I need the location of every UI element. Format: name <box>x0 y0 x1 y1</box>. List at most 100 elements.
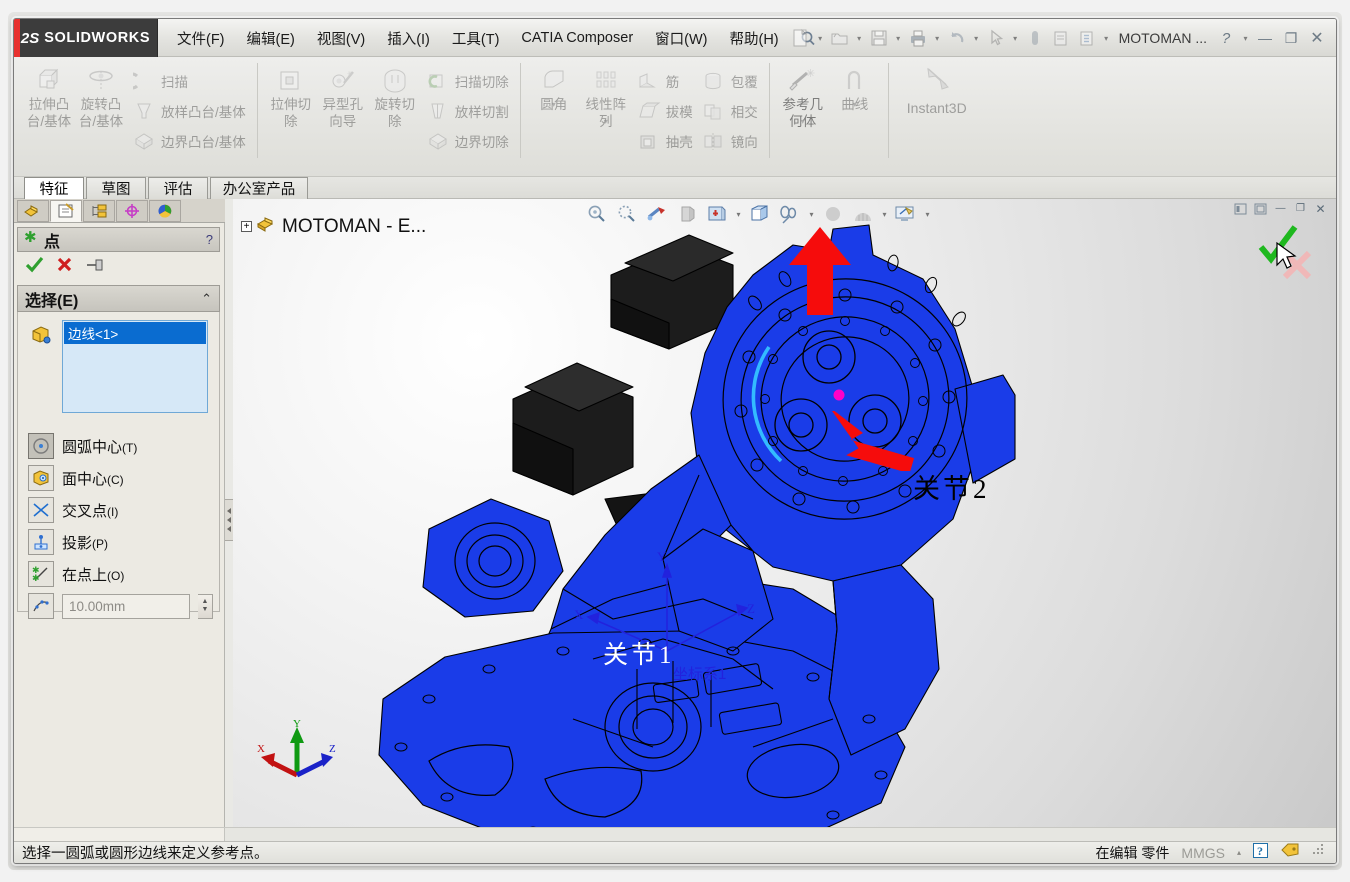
cancel-button[interactable] <box>56 256 73 278</box>
ok-button[interactable] <box>25 256 44 278</box>
graphics-viewport[interactable]: ▾ ▾ ▾ ▾ — ❐ ✕ + MOTOMAN - E... Y X Z 坐标系… <box>233 199 1337 843</box>
svg-text:X: X <box>257 743 265 755</box>
open-folder-caret-icon[interactable]: ▾ <box>853 24 866 52</box>
minimize-button[interactable]: — <box>1252 25 1278 51</box>
menu-window[interactable]: 窗口(W) <box>644 24 718 53</box>
print-icon[interactable] <box>905 24 931 52</box>
document-title: MOTOMAN ... <box>1118 30 1207 46</box>
option-projection[interactable]: 投影(P) <box>28 526 223 558</box>
draft-icon <box>636 99 662 123</box>
svg-text:✱: ✱ <box>32 573 40 583</box>
close-button[interactable]: ✕ <box>1304 25 1330 51</box>
property-manager-help-icon[interactable]: ? <box>206 232 213 247</box>
option-on-point[interactable]: ✱ ✱ 在点上(O) <box>28 558 223 590</box>
features-small-column-2: 包覆 相交 镜向 <box>697 61 762 156</box>
loft-cut-button[interactable]: 放样切割 <box>421 96 513 126</box>
ribbon-group-cut: 拉伸切除 ✳ 异型孔向导 旋转切除 扫描切除 放样切割 边界切除 <box>262 57 516 176</box>
reference-geometry-icon: ✳ <box>786 65 820 95</box>
distance-row[interactable]: 10.00mm ▲ ▼ <box>28 590 223 622</box>
option-intersection[interactable]: 交叉点(I) <box>28 494 223 526</box>
display-manager-tab[interactable] <box>149 199 181 222</box>
rebuild-icon[interactable] <box>1022 24 1048 52</box>
shell-button[interactable]: 抽壳 <box>632 126 697 156</box>
save-icon[interactable] <box>866 24 892 52</box>
selection-item[interactable]: 边线<1> <box>64 322 206 344</box>
loft-cut-icon <box>425 99 451 123</box>
menu-file[interactable]: 文件(F) <box>166 24 236 53</box>
sweep-label: 扫描 <box>161 75 188 90</box>
selection-section-title: 选择(E) <box>25 292 79 310</box>
help-caret-icon[interactable]: ▾ <box>1239 24 1252 52</box>
tab-sketch[interactable]: 草图 <box>86 177 146 199</box>
solidworks-logo: 2S SOLIDWORKS <box>14 19 158 57</box>
resize-grip[interactable] <box>1312 843 1326 862</box>
sweep-cut-button[interactable]: 扫描切除 <box>421 66 513 96</box>
menu-view[interactable]: 视图(V) <box>306 24 376 53</box>
draft-button[interactable]: 拔模 <box>632 96 697 126</box>
selection-section-header[interactable]: 选择(E) ⌃ <box>17 285 220 312</box>
sweep-cut-icon <box>425 69 451 93</box>
boundary-boss-button[interactable]: 边界凸台/基体 <box>127 126 250 156</box>
dimxpert-manager-tab[interactable] <box>116 199 148 222</box>
property-manager-tab[interactable] <box>50 199 82 222</box>
menu-help[interactable]: 帮助(H) <box>719 24 790 53</box>
rib-label: 筋 <box>665 75 680 90</box>
menu-edit[interactable]: 编辑(E) <box>236 24 306 53</box>
options-icon[interactable] <box>1074 24 1100 52</box>
boundary-cut-button[interactable]: 边界切除 <box>421 126 513 156</box>
mirror-button[interactable]: 镜向 <box>697 126 762 156</box>
fillet-caret-icon[interactable]: ▾ <box>528 100 580 109</box>
file-properties-icon[interactable] <box>1048 24 1074 52</box>
selection-listbox[interactable]: 边线<1> <box>62 320 208 413</box>
reference-geometry-caret-icon[interactable]: ▾ <box>777 117 829 126</box>
undo-caret-icon[interactable]: ▾ <box>970 24 983 52</box>
select-cursor-icon[interactable] <box>983 24 1009 52</box>
extrude-cut-button[interactable]: 拉伸切除 <box>265 61 317 130</box>
intersect-button[interactable]: 相交 <box>697 96 762 126</box>
loft-boss-icon <box>131 99 157 123</box>
linear-pattern-caret-icon[interactable]: ▾ <box>580 117 632 126</box>
menu-insert[interactable]: 插入(I) <box>376 24 441 53</box>
robot-model-graphic[interactable]: Y X Z 坐标系1 <box>233 199 1337 843</box>
instant3d-button[interactable]: Instant3D <box>893 57 977 176</box>
status-units[interactable]: MMGS <box>1181 845 1225 861</box>
pin-button[interactable] <box>85 257 104 278</box>
tag-icon[interactable] <box>1280 842 1300 863</box>
new-document-icon[interactable] <box>788 24 814 52</box>
sweep-button[interactable]: 扫描 <box>127 66 250 96</box>
undo-icon[interactable] <box>944 24 970 52</box>
rib-button[interactable]: 筋 <box>632 66 697 96</box>
menu-tools[interactable]: 工具(T) <box>441 24 511 53</box>
curves-caret-icon[interactable]: ▾ <box>829 100 881 109</box>
revolve-boss-button[interactable]: 旋转凸台/基体 <box>75 61 127 130</box>
menu-catia-composer[interactable]: CATIA Composer <box>510 26 644 50</box>
help-icon[interactable]: ? <box>1213 25 1239 51</box>
chevron-up-icon[interactable]: ⌃ <box>201 291 212 307</box>
extrude-boss-button[interactable]: 拉伸凸台/基体 <box>23 61 75 130</box>
hole-wizard-button[interactable]: ✳ 异型孔向导 <box>317 61 369 130</box>
options-caret-icon[interactable]: ▾ <box>1100 24 1113 52</box>
new-document-caret-icon[interactable]: ▾ <box>814 24 827 52</box>
print-caret-icon[interactable]: ▾ <box>931 24 944 52</box>
option-face-center[interactable]: 面中心(C) <box>28 462 223 494</box>
tab-features[interactable]: 特征 <box>24 177 84 199</box>
tab-evaluate[interactable]: 评估 <box>148 177 208 199</box>
status-units-caret-icon[interactable]: ▴ <box>1237 848 1241 857</box>
horizontal-scroll-area[interactable] <box>14 827 1336 841</box>
revolve-cut-button[interactable]: 旋转切除 <box>369 61 421 130</box>
distance-input[interactable]: 10.00mm <box>62 593 190 619</box>
wrap-button[interactable]: 包覆 <box>697 66 762 96</box>
loft-boss-button[interactable]: 放样凸台/基体 <box>127 96 250 126</box>
open-folder-icon[interactable] <box>827 24 853 52</box>
configuration-manager-tab[interactable] <box>83 199 115 222</box>
restore-button[interactable]: ❐ <box>1278 25 1304 51</box>
status-help-icon[interactable]: ? <box>1253 842 1268 863</box>
distance-spinner[interactable]: ▲ ▼ <box>198 593 213 619</box>
coordinate-system-label: 坐标系1 <box>673 666 726 683</box>
feature-manager-tab[interactable] <box>17 199 49 222</box>
save-caret-icon[interactable]: ▾ <box>892 24 905 52</box>
option-arc-center[interactable]: 圆弧中心(T) <box>28 430 223 462</box>
tab-office-products[interactable]: 办公室产品 <box>210 177 308 199</box>
status-bar: 选择一圆弧或圆形边线来定义参考点。 在编辑 零件 MMGS ▴ ? <box>14 841 1336 863</box>
select-cursor-caret-icon[interactable]: ▾ <box>1009 24 1022 52</box>
